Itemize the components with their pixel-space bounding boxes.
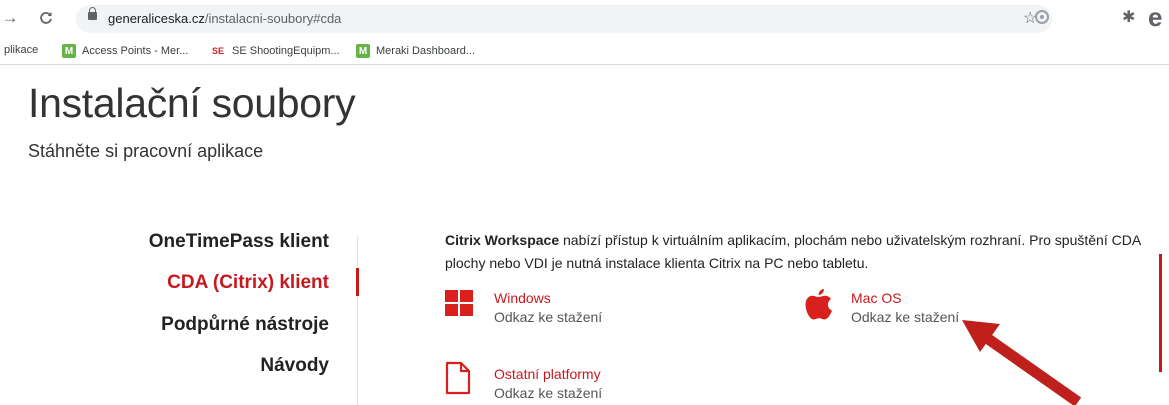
file-icon: [445, 361, 471, 395]
se-icon: SE: [211, 46, 224, 56]
download-macos-link[interactable]: Odkaz ke stažení: [851, 309, 959, 325]
bookmark-apps[interactable]: plikace: [4, 44, 38, 56]
sidebar-item-cda-citrix[interactable]: CDA (Citrix) klient: [167, 272, 329, 294]
annotation-arrow-icon: [962, 320, 1082, 405]
bookmark-label: Access Points - Mer...: [82, 45, 189, 57]
bookmark-label: Meraki Dashboard...: [376, 45, 476, 57]
bookmark-access-points[interactable]: M Access Points - Mer...: [62, 44, 188, 58]
address-bar[interactable]: generaliceska.cz/instalacni-soubory#cda …: [76, 5, 1052, 33]
download-windows-link[interactable]: Odkaz ke stažení: [494, 309, 602, 325]
apple-icon: [805, 289, 832, 320]
browser-toolbar: → generaliceska.cz/instalacni-soubory#cd…: [0, 0, 1169, 38]
sidebar-item-podpurne-nastroje[interactable]: Podpůrné nástroje: [161, 314, 329, 336]
page-subtitle: Stáhněte si pracovní aplikace: [28, 141, 264, 161]
download-windows: Windows Odkaz ke stažení: [494, 290, 602, 325]
bookmark-shooting-equipment[interactable]: SE SE ShootingEquipm...: [210, 44, 340, 58]
download-other-link[interactable]: Odkaz ke stažení: [494, 385, 602, 401]
sidebar-item-navody[interactable]: Návody: [260, 355, 329, 377]
bookmark-meraki-dashboard[interactable]: M Meraki Dashboard...: [356, 44, 475, 58]
profile-avatar-icon[interactable]: e: [1148, 2, 1162, 33]
windows-icon: [445, 290, 475, 318]
side-accent-bar: [1159, 254, 1162, 372]
download-other-title[interactable]: Ostatní platformy: [494, 366, 602, 382]
download-macos: Mac OS Odkaz ke stažení: [851, 290, 959, 325]
bookmark-label: plikace: [4, 44, 39, 56]
citrix-description: Citrix Workspace nabízí přístup k virtuá…: [445, 229, 1169, 275]
description-product: Citrix Workspace: [445, 232, 560, 248]
download-macos-title[interactable]: Mac OS: [851, 290, 959, 306]
url-text[interactable]: generaliceska.cz/instalacni-soubory#cda: [108, 11, 341, 26]
lock-icon: [88, 7, 97, 20]
bookmarks-bar: plikace M Access Points - Mer... SE SE S…: [0, 38, 1169, 65]
sidebar-divider: [357, 236, 358, 405]
download-windows-title[interactable]: Windows: [494, 290, 602, 306]
bookmark-label: SE ShootingEquipm...: [232, 45, 340, 57]
forward-icon[interactable]: →: [0, 8, 20, 28]
meraki-icon: M: [356, 44, 370, 58]
reload-icon[interactable]: [36, 8, 56, 28]
extension-icon[interactable]: [1035, 10, 1049, 24]
active-indicator: [356, 268, 359, 296]
extensions-puzzle-icon[interactable]: ✱: [1122, 7, 1135, 27]
download-other-platforms: Ostatní platformy Odkaz ke stažení: [494, 366, 602, 401]
page-title: Instalační soubory: [28, 80, 356, 126]
meraki-icon: M: [62, 44, 76, 58]
sidebar-item-onetimepass[interactable]: OneTimePass klient: [149, 231, 329, 253]
